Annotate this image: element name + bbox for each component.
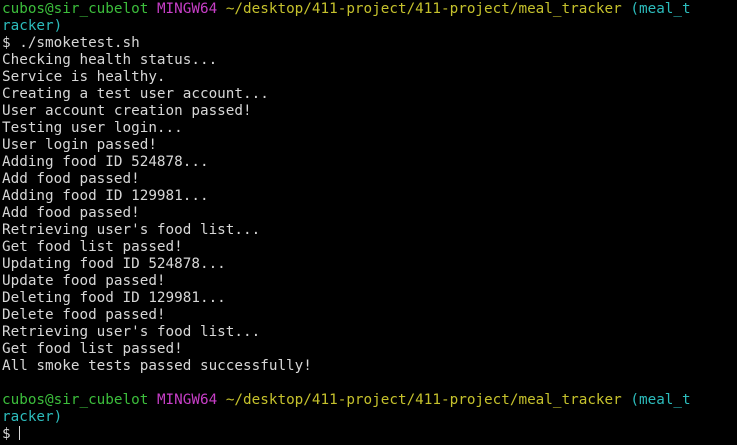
output-line: Update food passed! (2, 273, 166, 289)
output-line: Testing user login... (2, 120, 183, 136)
output-line: Creating a test user account... (2, 86, 269, 102)
output-line: Get food list passed! (2, 341, 183, 357)
prompt-line: cubos@sir_cubelot MINGW64 ~/desktop/411-… (2, 1, 737, 18)
prompt-symbol: $ (2, 426, 11, 442)
system-name: MINGW64 (156, 392, 218, 408)
git-branch: (meal_t (630, 1, 691, 17)
prompt-line: cubos@sir_cubelot MINGW64 ~/desktop/411-… (2, 392, 737, 409)
command-line: $ ./smoketest.sh (2, 35, 737, 52)
output-line: Adding food ID 524878... (2, 154, 209, 170)
user-host: cubos@sir_cubelot (2, 392, 149, 408)
git-branch-wrap: racker) (2, 18, 63, 34)
text-cursor (19, 426, 21, 440)
output-line: Adding food ID 129981... (2, 188, 209, 204)
output-line: Add food passed! (2, 171, 140, 187)
output-line: Deleting food ID 129981... (2, 290, 226, 306)
output-line: User login passed! (2, 137, 157, 153)
git-branch-wrap: racker) (2, 409, 63, 425)
git-branch: (meal_t (630, 392, 691, 408)
output-line: Delete food passed! (2, 307, 166, 323)
output-line: Retrieving user's food list... (2, 222, 261, 238)
working-directory: ~/desktop/411-project/411-project/meal_t… (225, 392, 622, 408)
prompt-symbol: $ (2, 35, 11, 51)
system-name: MINGW64 (156, 1, 218, 17)
user-host: cubos@sir_cubelot (2, 1, 149, 17)
output-line: Add food passed! (2, 205, 140, 221)
output-line: Updating food ID 524878... (2, 256, 226, 272)
output-line: Checking health status... (2, 52, 218, 68)
output-line: Service is healthy. (2, 69, 166, 85)
terminal-window[interactable]: cubos@sir_cubelot MINGW64 ~/desktop/411-… (0, 0, 737, 445)
output-line: Retrieving user's food list... (2, 324, 261, 340)
output-line: All smoke tests passed successfully! (2, 358, 312, 374)
output-line: User account creation passed! (2, 103, 252, 119)
working-directory: ~/desktop/411-project/411-project/meal_t… (225, 1, 622, 17)
command-text: ./smoketest.sh (19, 35, 140, 51)
input-line[interactable]: $ (2, 426, 737, 443)
output-line: Get food list passed! (2, 239, 183, 255)
